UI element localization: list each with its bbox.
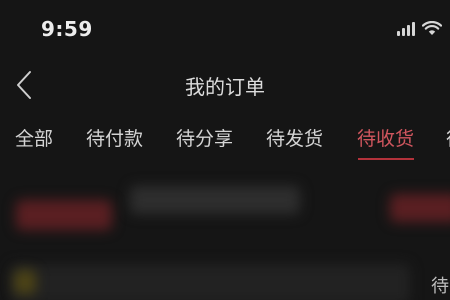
blurred-button-right (390, 194, 450, 222)
wifi-icon (422, 21, 442, 36)
status-time: 9:59 (41, 17, 93, 41)
tab-pending-shipment[interactable]: 待发货 (266, 124, 323, 151)
cellular-signal-icon (397, 21, 415, 36)
page-title: 我的订单 (185, 75, 265, 99)
tab-pending-share[interactable]: 待分享 (176, 124, 233, 151)
blurred-text (130, 186, 300, 214)
tab-pending-payment[interactable]: 待付款 (86, 124, 143, 151)
status-icons (397, 21, 442, 36)
blurred-store-icon (14, 270, 36, 294)
status-bar: 9:59 (0, 0, 450, 60)
order-tabs: 全部 待付款 待分享 待发货 待收货 待 (0, 118, 450, 162)
tab-pending-receipt[interactable]: 待收货 (357, 124, 414, 151)
tab-all[interactable]: 全部 (15, 124, 53, 151)
nav-header: 我的订单 (0, 62, 450, 108)
blurred-order-card (10, 264, 410, 300)
order-content: 待 (0, 166, 450, 300)
tab-partial[interactable]: 待 (446, 124, 450, 151)
blurred-button (16, 200, 112, 230)
order-list-screen: 9:59 我的订单 全部 待付款 待分享 待发货 待收货 待 (0, 0, 450, 300)
active-tab-indicator (358, 158, 414, 160)
order-status-label: 待 (431, 276, 449, 297)
